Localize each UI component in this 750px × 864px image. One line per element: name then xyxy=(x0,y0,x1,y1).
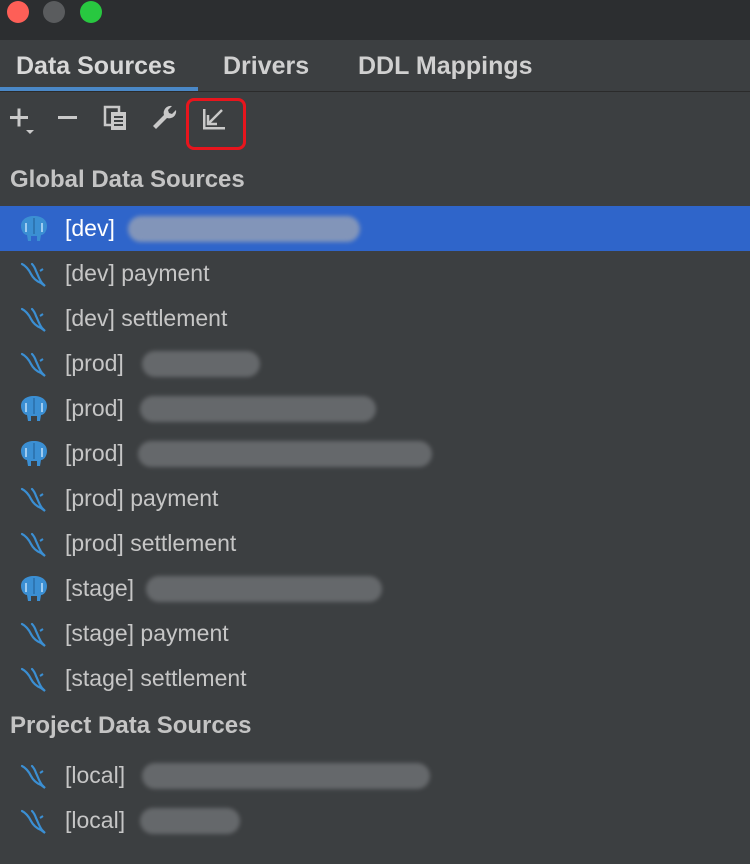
redacted-name xyxy=(128,216,360,242)
data-source-label: [local] xyxy=(65,807,126,833)
data-source-label: [prod] xyxy=(65,350,124,376)
tab-data-sources-label: Data Sources xyxy=(16,52,176,80)
data-source-row[interactable]: [dev] payment xyxy=(0,251,750,296)
data-source-label: [dev] payment xyxy=(65,260,210,286)
data-source-label: [stage] payment xyxy=(65,620,229,646)
data-source-label: [local] xyxy=(65,762,126,788)
data-source-label: [prod] xyxy=(65,395,124,421)
data-source-row[interactable]: [prod] xyxy=(0,341,750,386)
redacted-name xyxy=(142,351,260,377)
data-source-row[interactable]: [dev] xyxy=(0,206,750,251)
redacted-name xyxy=(138,441,432,467)
mysql-icon xyxy=(18,806,50,836)
data-source-label: [stage] xyxy=(65,575,135,601)
close-window-button[interactable] xyxy=(7,1,29,23)
data-sources-window: Data Sources Drivers DDL Mappings Global… xyxy=(0,0,750,864)
data-source-row[interactable]: [prod] xyxy=(0,431,750,476)
data-source-row[interactable]: [dev] settlement xyxy=(0,296,750,341)
wrench-icon xyxy=(153,105,177,129)
data-source-label: [prod] xyxy=(65,440,124,466)
active-tab-indicator xyxy=(0,87,198,91)
add-button[interactable] xyxy=(2,100,38,136)
data-source-label: [dev] xyxy=(65,215,115,241)
tab-bar: Data Sources Drivers DDL Mappings xyxy=(0,40,750,92)
remove-button[interactable] xyxy=(49,100,85,136)
duplicate-icon xyxy=(103,105,126,130)
mysql-icon xyxy=(18,304,50,334)
data-source-row[interactable]: [stage] xyxy=(0,566,750,611)
mysql-icon xyxy=(18,529,50,559)
project-data-sources-header: Project Data Sources xyxy=(10,712,252,739)
postgresql-icon xyxy=(18,394,50,424)
redacted-name xyxy=(142,763,430,789)
tab-drivers-label: Drivers xyxy=(223,52,310,80)
data-source-label: [prod] payment xyxy=(65,485,219,511)
data-source-row[interactable]: [stage] payment xyxy=(0,611,750,656)
global-data-sources-header: Global Data Sources xyxy=(10,166,245,193)
mysql-icon xyxy=(18,761,50,791)
mysql-icon xyxy=(18,349,50,379)
data-source-row[interactable]: [prod] settlement xyxy=(0,521,750,566)
data-source-row[interactable]: [prod] xyxy=(0,386,750,431)
data-source-row[interactable]: [stage] settlement xyxy=(0,656,750,701)
properties-button[interactable] xyxy=(146,100,182,136)
data-source-row[interactable]: [local] xyxy=(0,753,750,798)
mysql-icon xyxy=(18,619,50,649)
postgresql-icon xyxy=(18,574,50,604)
tab-ddl-mappings-label: DDL Mappings xyxy=(358,52,533,80)
data-source-label: [dev] settlement xyxy=(65,305,228,331)
tab-ddl-mappings[interactable]: DDL Mappings xyxy=(358,40,533,91)
data-source-row[interactable]: [local] xyxy=(0,798,750,843)
data-source-label: [stage] settlement xyxy=(65,665,247,691)
data-source-row[interactable]: [prod] payment xyxy=(0,476,750,521)
tab-drivers[interactable]: Drivers xyxy=(223,40,309,91)
tab-data-sources[interactable]: Data Sources xyxy=(0,40,198,91)
mysql-icon xyxy=(18,484,50,514)
redacted-name xyxy=(140,808,240,834)
minimize-window-button[interactable] xyxy=(43,1,65,23)
title-bar xyxy=(0,0,750,40)
mysql-icon xyxy=(18,664,50,694)
remove-icon xyxy=(58,116,77,119)
redacted-name xyxy=(140,396,376,422)
postgresql-icon xyxy=(18,439,50,469)
toolbar xyxy=(0,92,750,152)
mysql-icon xyxy=(18,259,50,289)
duplicate-button[interactable] xyxy=(98,100,134,136)
data-source-label: [prod] settlement xyxy=(65,530,237,556)
highlight-annotation xyxy=(186,98,246,150)
redacted-name xyxy=(146,576,382,602)
postgresql-icon xyxy=(18,214,50,244)
add-icon xyxy=(10,108,34,134)
maximize-window-button[interactable] xyxy=(80,1,102,23)
